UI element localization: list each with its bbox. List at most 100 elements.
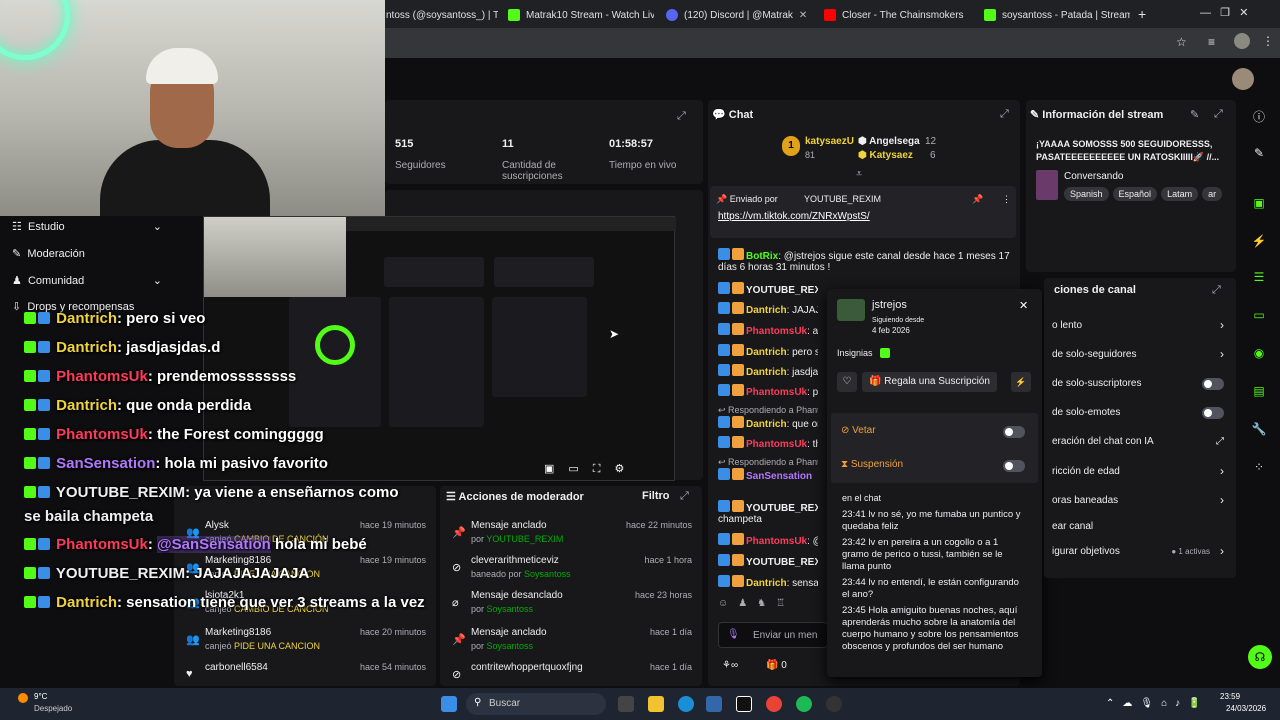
setting-toggle[interactable] xyxy=(1202,378,1224,390)
browser-tab[interactable]: soysantoss - Patada | Streamer✕ xyxy=(978,4,1130,26)
chat-message[interactable]: PhantomsUk: @ xyxy=(718,533,818,547)
avatar[interactable] xyxy=(1232,68,1254,90)
browser-tab[interactable]: Matrak10 Stream - Watch Live✕ xyxy=(502,4,654,26)
close-icon[interactable]: ✕ xyxy=(1019,299,1028,312)
chat-message[interactable]: PhantomsUk: ac xyxy=(718,323,818,337)
pin-icon[interactable]: 📌 xyxy=(972,194,983,205)
pinned-link[interactable]: https://vm.tiktok.com/ZNRxWpstS/ xyxy=(718,211,870,222)
veto-toggle[interactable] xyxy=(1003,426,1025,438)
badge-icon xyxy=(38,312,50,324)
profile-avatar[interactable] xyxy=(1234,33,1250,49)
browser-tab[interactable]: ntoss (@soysantoss_) | Ti✕ xyxy=(380,4,498,26)
expand-icon[interactable]: ⤢ xyxy=(1000,108,1009,121)
heart-icon[interactable]: ♡ xyxy=(837,372,857,392)
bookmark-star-icon[interactable]: ☆ xyxy=(1176,35,1187,49)
chat-message[interactable]: Dantrich: jasdjasjda xyxy=(718,364,818,378)
pinned-message[interactable]: 📌 Enviado por YOUTUBE_REXIM https://vm.t… xyxy=(710,186,1016,238)
screen-icon[interactable]: ▣ xyxy=(1248,192,1270,214)
tag[interactable]: Latam xyxy=(1161,187,1199,201)
chat-icon[interactable]: ▭ xyxy=(1248,304,1270,326)
chat-message[interactable]: SanSensation xyxy=(718,468,818,482)
browser-tab[interactable]: (120) Discord | @Matrak ✕ xyxy=(660,4,812,26)
activity-row[interactable]: 👥 Marketing8186 canjeó PIDE UNA CANCION hac… xyxy=(182,627,432,661)
windows-start-icon[interactable] xyxy=(441,696,457,712)
chat-message[interactable]: BotRix: @jstrejos sigue este canal desde… xyxy=(718,248,1010,273)
chat-message[interactable]: YOUTUBE_REXIM xyxy=(718,554,818,568)
mod-action-row[interactable]: ⌀ Mensaje desanclado por Soysantoss hace 23… xyxy=(448,590,698,624)
channel-setting-row[interactable]: de solo-seguidores › xyxy=(1052,347,1232,361)
channel-setting-row[interactable]: de solo-emotes xyxy=(1052,407,1232,419)
channel-setting-row[interactable]: igurar objetivos › ● 1 activas xyxy=(1052,544,1232,558)
tag[interactable]: Spanish xyxy=(1064,187,1109,201)
mod-action-row[interactable]: 📌 Mensaje anclado por Soysantoss hace 1 día xyxy=(448,627,698,661)
chat-message[interactable]: YOUTUBE_REXIM xyxy=(718,282,818,296)
close-icon[interactable]: ✕ xyxy=(793,10,807,21)
filter-button[interactable]: Filtro xyxy=(642,490,670,502)
menu-icon[interactable]: ≡ xyxy=(1208,35,1215,49)
layout-icon[interactable]: ▤ xyxy=(1248,380,1270,402)
chevron-down-icon[interactable]: ⩡ xyxy=(856,168,862,181)
dots-icon[interactable]: ⁘ xyxy=(1248,456,1270,478)
infinite-icon[interactable]: ⚘∞ xyxy=(722,660,738,671)
file-explorer-icon[interactable] xyxy=(648,696,664,712)
store-icon[interactable] xyxy=(706,696,722,712)
chat-input[interactable]: 🎙 Enviar un men xyxy=(718,622,828,648)
chat-message[interactable]: Dantrich: que onda xyxy=(718,416,818,430)
channel-setting-row[interactable]: ricción de edad › xyxy=(1052,464,1232,478)
more-icon[interactable]: ⋮ xyxy=(1262,34,1274,48)
player-controls[interactable]: ▣▭⛶⚙ xyxy=(544,462,638,476)
expand-icon[interactable]: ⤢ xyxy=(1214,108,1223,121)
tag[interactable]: ar xyxy=(1202,187,1223,201)
mic-icon[interactable]: 🎙 xyxy=(727,629,740,640)
chat-message[interactable]: Dantrich: JAJAJAA xyxy=(718,302,818,316)
nav-item-moderacion[interactable]: ✎ Moderación xyxy=(12,247,85,260)
tag[interactable]: Español xyxy=(1112,187,1158,201)
edge-icon[interactable] xyxy=(678,696,694,712)
mute-icon[interactable]: 🔈 ✕ xyxy=(964,10,971,21)
help-button[interactable]: ☊ xyxy=(1248,645,1272,669)
emote-bar[interactable]: ☺♟♞♖ xyxy=(718,598,818,616)
channel-setting-row[interactable]: ear canal xyxy=(1052,521,1232,532)
gift-sub-button[interactable]: 🎁 Regala una Suscripción xyxy=(862,372,997,392)
wrench-icon[interactable]: 🔧 xyxy=(1248,418,1270,440)
nav-item-comunidad[interactable]: ♟ Comunidad ⌄ xyxy=(12,274,162,287)
window-controls[interactable]: — ❐ ✕ xyxy=(1200,6,1248,19)
chat-message[interactable]: PhantomsUk: pr xyxy=(718,384,818,398)
new-tab-button[interactable]: + xyxy=(1138,6,1146,22)
info-icon[interactable]: ⓘ xyxy=(1248,106,1270,128)
mod-action-row[interactable]: 📌 Mensaje anclado por YOUTUBE_REXIM hace 22… xyxy=(448,520,698,554)
channel-setting-row[interactable]: o lento › xyxy=(1052,318,1232,332)
setting-toggle[interactable] xyxy=(1202,407,1224,419)
spotify-icon[interactable] xyxy=(796,696,812,712)
expand-icon[interactable]: ⤢ xyxy=(680,490,689,503)
chat-message[interactable]: YOUTUBE_REXIM xyxy=(718,500,818,514)
nav-item-estudio[interactable]: ☷ Estudio ⌄ xyxy=(12,220,162,233)
system-tray[interactable]: ⌃☁🎙⌂♪🔋 xyxy=(1106,698,1209,709)
channel-setting-row[interactable]: de solo-suscriptores xyxy=(1052,378,1232,390)
task-view-icon[interactable] xyxy=(618,696,634,712)
taskbar-search[interactable]: ⚲ Buscar xyxy=(466,693,606,715)
mod-action-row[interactable]: ⊘ cleverarithmeticeviz baneado por Soysant… xyxy=(448,555,698,589)
gift-count[interactable]: 🎁 0 xyxy=(766,660,787,671)
pencil-icon[interactable]: ✎ xyxy=(1248,142,1270,164)
channel-setting-row[interactable]: eración del chat con IA ⤢ xyxy=(1052,436,1232,447)
more-actions-icon[interactable]: ⚡ xyxy=(1011,372,1031,392)
broadcast-icon[interactable]: ◉ xyxy=(1248,342,1270,364)
channel-setting-row[interactable]: oras baneadas › xyxy=(1052,493,1232,507)
chat-message[interactable]: PhantomsUk: th xyxy=(718,436,818,450)
chat-text: : th xyxy=(807,439,818,450)
expand-icon[interactable]: ⤢ xyxy=(677,108,686,123)
expand-icon[interactable]: ⤢ xyxy=(1212,284,1221,297)
obs-icon[interactable] xyxy=(826,696,842,712)
more-icon[interactable]: ⋮ xyxy=(1002,194,1011,205)
chat-username: YOUTUBE_REXIM xyxy=(52,484,186,501)
chat-message[interactable]: Dantrich: pero si ve xyxy=(718,344,818,358)
chat-message[interactable]: Dantrich: sensation xyxy=(718,575,818,589)
edit-icon[interactable]: ✎ xyxy=(1190,108,1199,121)
timeout-toggle[interactable] xyxy=(1003,460,1025,472)
bolt-icon[interactable]: ⚡ xyxy=(1248,230,1270,252)
browser-tab[interactable]: Closer - The Chainsmokers🔈 ✕ xyxy=(818,4,970,26)
chrome-icon[interactable] xyxy=(766,696,782,712)
list-icon[interactable]: ☰ xyxy=(1248,266,1270,288)
cursor-app-icon[interactable] xyxy=(736,696,752,712)
